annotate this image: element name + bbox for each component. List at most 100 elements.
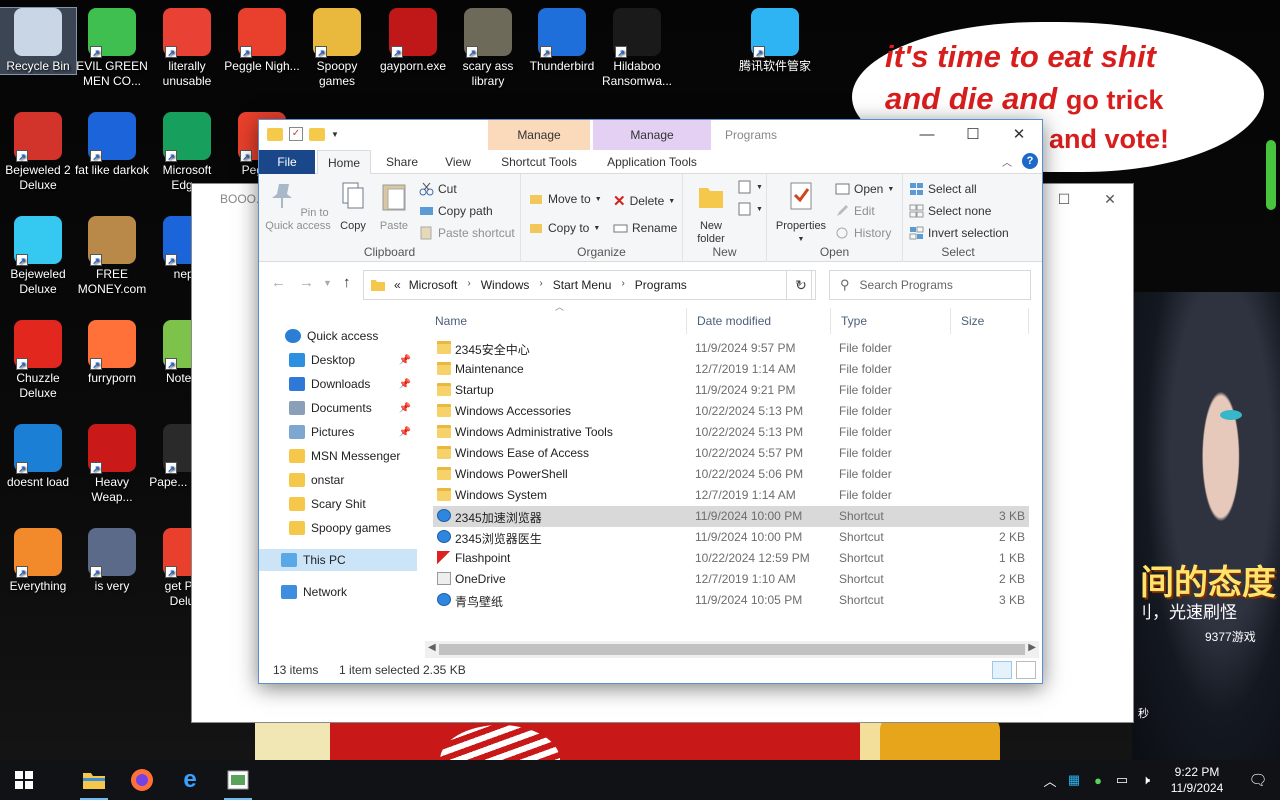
minimize-icon[interactable]: —	[904, 120, 950, 148]
tab-file[interactable]: File	[259, 150, 315, 174]
large-icons-view-icon[interactable]	[1016, 661, 1036, 679]
file-explorer-icon[interactable]	[70, 760, 118, 800]
search-input[interactable]: ⚲ Search Programs	[829, 270, 1031, 300]
nav-item-onstar[interactable]: onstar	[259, 469, 417, 491]
up-arrow-icon[interactable]: ↑	[343, 274, 351, 291]
file-row[interactable]: Windows Ease of Access 10/22/2024 5:57 PM…	[433, 443, 1029, 464]
file-row[interactable]: 2345浏览器医生 11/9/2024 10:00 PM Shortcut 2 KB	[433, 527, 1029, 548]
new-folder-button[interactable]: New folder	[689, 180, 733, 246]
clock[interactable]: 9:22 PM 11/9/2024	[1158, 764, 1236, 796]
properties-button[interactable]: Properties ▼	[771, 180, 831, 246]
file-row[interactable]: OneDrive 12/7/2019 1:10 AM Shortcut 2 KB	[433, 569, 1029, 590]
breadcrumb-item[interactable]: Start Menu	[553, 278, 612, 292]
desktop-icon-scary-ass-library[interactable]: ↗ scary ass library	[450, 8, 526, 89]
maximize-icon[interactable]: ☐	[1041, 188, 1087, 210]
chevron-down-icon[interactable]: ▼	[331, 130, 339, 139]
scroll-left-icon[interactable]: ◀	[428, 642, 436, 653]
desktop-icon-hildaboo-ransomware[interactable]: ↗ Hildaboo Ransomwa...	[599, 8, 675, 89]
nav-item-desktop[interactable]: Desktop 📌	[259, 349, 417, 371]
notification-icon[interactable]: 🗨	[1236, 771, 1280, 789]
easy-access-button[interactable]: ▼	[737, 202, 763, 216]
tab-view[interactable]: View	[431, 150, 485, 174]
title-bar[interactable]: ✓ ▼ Manage Manage Programs — ☐ ✕	[259, 120, 1042, 150]
file-row[interactable]: 青鸟壁纸 11/9/2024 10:05 PM Shortcut 3 KB	[433, 590, 1029, 611]
file-row[interactable]: Windows PowerShell 10/22/2024 5:06 PM File…	[433, 464, 1029, 485]
file-row[interactable]: Windows Accessories 10/22/2024 5:13 PM Fil…	[433, 401, 1029, 422]
new-folder-qat-icon[interactable]	[309, 127, 325, 141]
tab-share[interactable]: Share	[377, 150, 427, 174]
move-to-button[interactable]: Move to ▼	[529, 192, 602, 206]
address-bar[interactable]: « Microsoft › Windows › Start Menu › Programs …	[363, 270, 812, 300]
paste-button[interactable]: Paste	[375, 180, 413, 233]
volume-icon[interactable]: 🕨	[1134, 772, 1158, 788]
nav-item-scary-shit[interactable]: Scary Shit	[259, 493, 417, 515]
tray-app-icon[interactable]: ▦	[1062, 772, 1086, 788]
chevron-up-icon[interactable]: ︿	[1002, 154, 1012, 169]
maximize-icon[interactable]: ☐	[950, 120, 996, 148]
desktop-icon-heavy-weapon[interactable]: ↗ Heavy Weap...	[74, 424, 150, 505]
file-row[interactable]: 2345加速浏览器 11/9/2024 10:00 PM Shortcut 3 KB	[433, 506, 1029, 527]
copy-path-button[interactable]: Copy path	[419, 204, 493, 218]
scroll-right-icon[interactable]: ▶	[1028, 642, 1036, 653]
desktop-icon-chuzzle-deluxe[interactable]: ↗ Chuzzle Deluxe	[0, 320, 76, 401]
nav-item-this-pc[interactable]: This PC	[259, 549, 417, 571]
column-date-modified[interactable]: Date modified	[687, 308, 831, 334]
scroll-thumb[interactable]	[439, 644, 1025, 655]
edit-button[interactable]: Edit	[835, 204, 875, 218]
paste-shortcut-button[interactable]: Paste shortcut	[419, 226, 515, 240]
pin-quick-access-button[interactable]: Pin to Quick access	[265, 180, 331, 233]
desktop-icon-evil-green-men[interactable]: ↗ EVIL GREEN MEN CO...	[74, 8, 150, 89]
nav-item-msn-messenger[interactable]: MSN Messenger	[259, 445, 417, 467]
desktop-icon-furryporn[interactable]: ↗ furryporn	[74, 320, 150, 386]
file-row[interactable]: 2345安全中心 11/9/2024 9:57 PM File folder	[433, 338, 1029, 359]
desktop-icon-everything[interactable]: ↗ Everything	[0, 528, 76, 594]
desktop-icon-spoopy-games[interactable]: ↗ Spoopy games	[299, 8, 375, 89]
back-arrow-icon[interactable]: ←	[271, 274, 286, 291]
breadcrumb-separator-icon[interactable]: ›	[621, 278, 624, 292]
windows-start-icon[interactable]	[0, 760, 48, 800]
breadcrumb-item[interactable]: Windows	[481, 278, 530, 292]
delete-button[interactable]: ✕ Delete ▼	[613, 192, 675, 210]
desktop-icon-peggle-nights[interactable]: ↗ Peggle Nigh...	[224, 8, 300, 74]
refresh-button[interactable]: ↻	[786, 270, 816, 300]
copy-to-button[interactable]: Copy to ▼	[529, 221, 600, 235]
new-item-button[interactable]: ▼	[737, 180, 763, 194]
ad-image[interactable]	[1132, 292, 1280, 760]
tray-overflow-icon[interactable]: ︿	[1038, 771, 1062, 790]
copy-button[interactable]: Copy	[335, 180, 371, 233]
nav-item-pictures[interactable]: Pictures 📌	[259, 421, 417, 443]
file-row[interactable]: Windows System 12/7/2019 1:14 AM File fold…	[433, 485, 1029, 506]
desktop-icon-thunderbird[interactable]: ↗ Thunderbird	[524, 8, 600, 74]
rename-button[interactable]: Rename	[613, 221, 677, 235]
nav-item-documents[interactable]: Documents 📌	[259, 397, 417, 419]
column-type[interactable]: Type	[831, 308, 951, 334]
nav-item-downloads[interactable]: Downloads 📌	[259, 373, 417, 395]
desktop-icon-fat-like-darkok[interactable]: ↗ fat like darkok	[74, 112, 150, 178]
file-row[interactable]: Windows Administrative Tools 10/22/2024 5…	[433, 422, 1029, 443]
desktop-icon-bejeweled-2[interactable]: ↗ Bejeweled 2 Deluxe	[0, 112, 76, 193]
close-icon[interactable]: ✕	[1087, 188, 1133, 210]
desktop-icon-microsoft-edge[interactable]: ↗ Microsoft Edg...	[149, 112, 225, 193]
invert-selection-button[interactable]: Invert selection	[909, 226, 1009, 240]
breadcrumb-separator-icon[interactable]: ›	[467, 278, 470, 292]
file-row[interactable]: Startup 11/9/2024 9:21 PM File folder	[433, 380, 1029, 401]
tab-shortcut-tools[interactable]: Shortcut Tools	[488, 150, 590, 174]
select-none-button[interactable]: Select none	[909, 204, 991, 218]
recent-chevron-icon[interactable]: ▼	[323, 278, 332, 288]
horizontal-scrollbar[interactable]: ◀ ▶	[425, 641, 1039, 658]
breadcrumb-separator-icon[interactable]: ›	[539, 278, 542, 292]
history-button[interactable]: History	[835, 226, 891, 240]
file-row[interactable]: Flashpoint 10/22/2024 12:59 PM Shortcut 1 K…	[433, 548, 1029, 569]
firefox-icon[interactable]	[118, 760, 166, 800]
ie-icon[interactable]: e	[166, 760, 214, 800]
desktop-icon-recycle-bin[interactable]: Recycle Bin	[0, 7, 77, 75]
desktop-icon-free-money[interactable]: ↗ FREE MONEY.com	[74, 216, 150, 297]
nav-item-quick-access[interactable]: Quick access	[259, 325, 417, 347]
desktop-icon-bejeweled-deluxe[interactable]: ↗ Bejeweled Deluxe	[0, 216, 76, 297]
desktop-icon-doesnt-load[interactable]: ↗ doesnt load	[0, 424, 76, 490]
open-button[interactable]: Open ▼	[835, 182, 894, 196]
help-icon[interactable]: ?	[1022, 153, 1038, 169]
details-view-icon[interactable]	[992, 661, 1012, 679]
select-all-button[interactable]: Select all	[909, 182, 977, 196]
tab-home[interactable]: Home	[317, 150, 371, 175]
